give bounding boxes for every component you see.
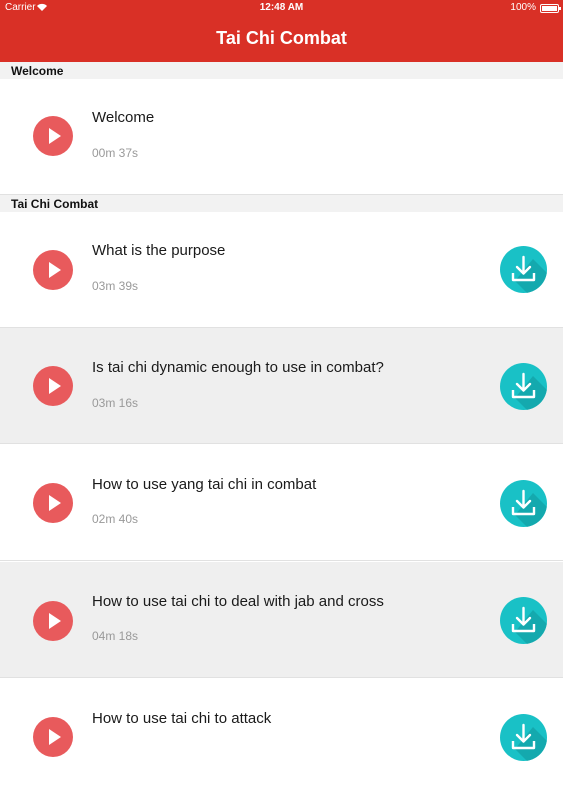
lesson-row[interactable]: What is the purpose 03m 39s [0, 212, 563, 328]
battery-percent: 100% [510, 2, 536, 13]
status-time: 12:48 AM [259, 2, 304, 13]
download-icon[interactable] [500, 246, 547, 293]
lesson-duration: 02m 40s [92, 512, 139, 526]
nav-bar: Tai Chi Combat [0, 16, 563, 62]
lesson-row[interactable]: Welcome 00m 37s [0, 79, 563, 195]
lesson-duration: 03m 39s [92, 279, 139, 293]
play-icon[interactable] [33, 483, 73, 523]
battery-icon [540, 4, 561, 13]
download-icon[interactable] [500, 597, 547, 644]
play-icon[interactable] [33, 717, 73, 757]
lesson-row[interactable]: How to use tai chi to deal with jab and … [0, 562, 563, 678]
lesson-row[interactable]: How to use yang tai chi in combat 02m 40… [0, 445, 563, 561]
download-icon[interactable] [500, 363, 547, 410]
play-icon[interactable] [33, 116, 73, 156]
page-title: Tai Chi Combat [216, 28, 347, 48]
lesson-title: Welcome [92, 109, 155, 126]
lesson-row[interactable]: Is tai chi dynamic enough to use in comb… [0, 328, 563, 444]
lesson-title: Is tai chi dynamic enough to use in comb… [92, 359, 384, 376]
lesson-duration: 04m 18s [92, 629, 139, 643]
play-icon[interactable] [33, 366, 73, 406]
lesson-duration: 03m 16s [92, 396, 139, 410]
lesson-row[interactable]: How to use tai chi to attack [0, 679, 563, 795]
section-header-label: Tai Chi Combat [11, 197, 99, 211]
download-icon[interactable] [500, 714, 547, 761]
section-header-welcome: Welcome [0, 62, 563, 79]
status-bar: Carrier 12:48 AM 100% [0, 0, 563, 16]
lesson-duration: 00m 37s [92, 146, 139, 160]
play-icon[interactable] [33, 250, 73, 290]
section-header-tai-chi-combat: Tai Chi Combat [0, 195, 563, 212]
section-header-label: Welcome [11, 64, 64, 78]
lesson-title: How to use tai chi to attack [92, 710, 272, 727]
lesson-title: What is the purpose [92, 242, 226, 259]
lesson-title: How to use tai chi to deal with jab and … [92, 593, 384, 610]
play-icon[interactable] [33, 601, 73, 641]
lesson-title: How to use yang tai chi in combat [92, 476, 317, 493]
download-icon[interactable] [500, 480, 547, 527]
